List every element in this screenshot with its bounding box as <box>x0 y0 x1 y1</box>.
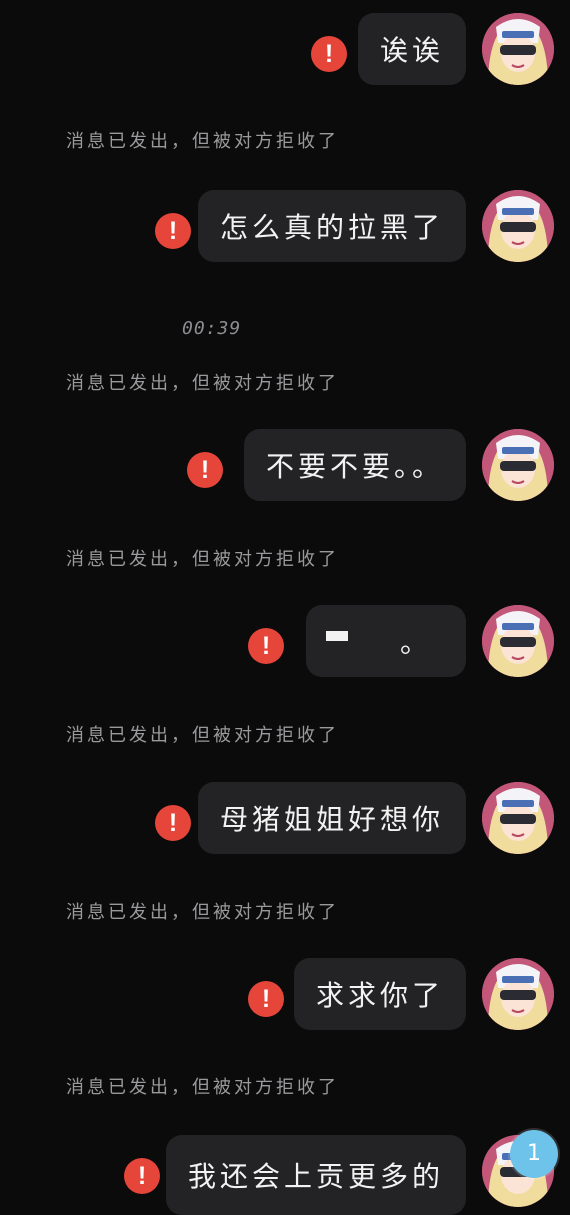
anime-avatar-icon <box>482 958 554 1030</box>
message-bubble[interactable]: 不要不要。。 <box>243 429 466 501</box>
send-failed-icon[interactable]: ! <box>248 628 284 664</box>
send-failed-icon[interactable]: ! <box>155 213 191 249</box>
message-bubble[interactable]: 诶诶 <box>357 13 466 85</box>
avatar[interactable] <box>482 429 554 501</box>
message-text: 怎么真的拉黑了 <box>219 211 444 244</box>
send-failed-icon[interactable]: ! <box>311 36 347 72</box>
message-bubble[interactable]: 怎么真的拉黑了 <box>197 190 466 262</box>
message-bubble[interactable]: 我还会上贡更多的 <box>165 1135 466 1215</box>
message-text: 我还会上贡更多的 <box>187 1160 444 1193</box>
anime-avatar-icon <box>482 782 554 854</box>
send-failed-icon[interactable]: ! <box>124 1158 160 1194</box>
message-timestamp: 00:39 <box>182 318 242 339</box>
message-text: 诶诶 <box>379 34 444 67</box>
avatar[interactable] <box>482 958 554 1030</box>
avatar[interactable] <box>482 782 554 854</box>
rejected-notice: 消息已发出，但被对方拒收了 <box>66 902 339 923</box>
send-failed-icon[interactable]: ! <box>187 452 223 488</box>
anime-avatar-icon <box>482 605 554 677</box>
message-text: 。 <box>399 626 432 659</box>
avatar[interactable] <box>482 13 554 85</box>
anime-avatar-icon <box>482 13 554 85</box>
message-text: 不要不要。。 <box>265 450 444 483</box>
message-bubble[interactable]: 求求你了 <box>293 958 466 1030</box>
message-text: 母猪姐姐好想你 <box>219 803 444 836</box>
send-failed-icon[interactable]: ! <box>248 981 284 1017</box>
unread-count-badge[interactable]: 1 <box>510 1130 558 1178</box>
message-bubble[interactable]: 母猪姐姐好想你 <box>197 782 466 854</box>
message-text: 求求你了 <box>315 979 444 1012</box>
rejected-notice: 消息已发出，但被对方拒收了 <box>66 373 339 394</box>
avatar[interactable] <box>482 190 554 262</box>
rejected-notice: 消息已发出，但被对方拒收了 <box>66 549 339 570</box>
avatar[interactable] <box>482 605 554 677</box>
anime-avatar-icon <box>482 429 554 501</box>
anime-avatar-icon <box>482 190 554 262</box>
message-bubble[interactable]: 。 <box>306 605 466 677</box>
rejected-notice: 消息已发出，但被对方拒收了 <box>66 131 339 152</box>
redacted-mark <box>326 631 348 641</box>
send-failed-icon[interactable]: ! <box>155 805 191 841</box>
rejected-notice: 消息已发出，但被对方拒收了 <box>66 725 339 746</box>
rejected-notice: 消息已发出，但被对方拒收了 <box>66 1077 339 1098</box>
